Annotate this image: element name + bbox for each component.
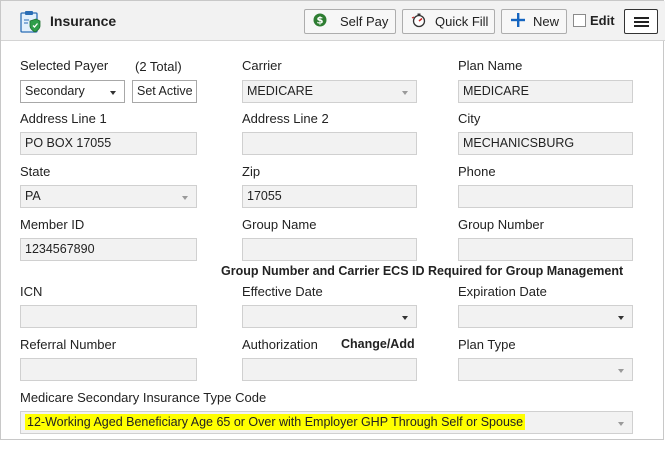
state-select[interactable]: PA bbox=[20, 185, 197, 208]
plus-icon bbox=[511, 13, 525, 30]
group-management-note: Group Number and Carrier ECS ID Required… bbox=[221, 264, 624, 278]
state-label: State bbox=[20, 164, 51, 179]
svg-text:$: $ bbox=[317, 16, 324, 27]
carrier-select[interactable]: MEDICARE bbox=[242, 80, 417, 103]
edit-label: Edit bbox=[590, 13, 615, 28]
address-line2-field[interactable] bbox=[242, 132, 417, 155]
quick-fill-label: Quick Fill bbox=[435, 14, 489, 29]
referral-number-label: Referral Number bbox=[20, 337, 117, 352]
insurance-panel: Insurance $ Self Pay Quick Fill New Edit bbox=[0, 0, 665, 440]
effective-date-label: Effective Date bbox=[242, 284, 323, 299]
edit-toggle[interactable]: Edit bbox=[573, 13, 615, 28]
msp-type-code-label: Medicare Secondary Insurance Type Code bbox=[20, 390, 267, 405]
phone-label: Phone bbox=[458, 164, 496, 179]
zip-field[interactable]: 17055 bbox=[242, 185, 417, 208]
zip-label: Zip bbox=[242, 164, 261, 179]
address-line1-label: Address Line 1 bbox=[20, 111, 107, 126]
address-line1-field[interactable]: PO BOX 17055 bbox=[20, 132, 197, 155]
msp-type-code-select[interactable]: 12-Working Aged Beneficiary Age 65 or Ov… bbox=[20, 411, 633, 434]
hamburger-menu-icon[interactable] bbox=[624, 9, 658, 34]
authorization-label: Authorization bbox=[242, 337, 318, 352]
set-active-button[interactable]: Set Active bbox=[132, 80, 197, 103]
change-add-link[interactable]: Change/Add bbox=[341, 337, 415, 351]
group-name-field[interactable] bbox=[242, 238, 417, 261]
icn-field[interactable] bbox=[20, 305, 197, 328]
plan-type-select[interactable] bbox=[458, 358, 633, 381]
plan-name-label: Plan Name bbox=[458, 58, 523, 73]
payer-total-count: (2 Total) bbox=[135, 59, 182, 74]
group-name-label: Group Name bbox=[242, 217, 317, 232]
authorization-field[interactable] bbox=[242, 358, 417, 381]
plan-type-label: Plan Type bbox=[458, 337, 516, 352]
phone-field[interactable] bbox=[458, 185, 633, 208]
self-pay-button[interactable]: $ Self Pay bbox=[304, 9, 396, 34]
edit-checkbox[interactable] bbox=[573, 14, 586, 27]
carrier-label: Carrier bbox=[242, 58, 282, 73]
panel-title: Insurance bbox=[50, 13, 117, 29]
group-number-label: Group Number bbox=[458, 217, 544, 232]
selected-payer-label: Selected Payer bbox=[20, 58, 109, 73]
quick-fill-button[interactable]: Quick Fill bbox=[402, 9, 495, 34]
city-label: City bbox=[458, 111, 481, 126]
member-id-label: Member ID bbox=[20, 217, 85, 232]
msp-type-code-value: 12-Working Aged Beneficiary Age 65 or Ov… bbox=[25, 414, 526, 430]
selected-payer-select[interactable]: Secondary bbox=[20, 80, 125, 103]
expiration-date-label: Expiration Date bbox=[458, 284, 547, 299]
new-button[interactable]: New bbox=[501, 9, 567, 34]
insurance-shield-clipboard-icon bbox=[19, 10, 41, 34]
dollar-circle-icon: $ bbox=[313, 13, 327, 30]
expiration-date-select[interactable] bbox=[458, 305, 633, 328]
referral-number-field[interactable] bbox=[20, 358, 197, 381]
stopwatch-icon bbox=[411, 12, 427, 31]
icn-label: ICN bbox=[20, 284, 43, 299]
self-pay-label: Self Pay bbox=[340, 14, 389, 29]
new-label: New bbox=[533, 14, 560, 29]
group-number-field[interactable] bbox=[458, 238, 633, 261]
address-line2-label: Address Line 2 bbox=[242, 111, 329, 126]
panel-header: Insurance $ Self Pay Quick Fill New Edit bbox=[1, 1, 665, 41]
member-id-field[interactable]: 1234567890 bbox=[20, 238, 197, 261]
plan-name-field[interactable]: MEDICARE bbox=[458, 80, 633, 103]
city-field[interactable]: MECHANICSBURG bbox=[458, 132, 633, 155]
effective-date-select[interactable] bbox=[242, 305, 417, 328]
